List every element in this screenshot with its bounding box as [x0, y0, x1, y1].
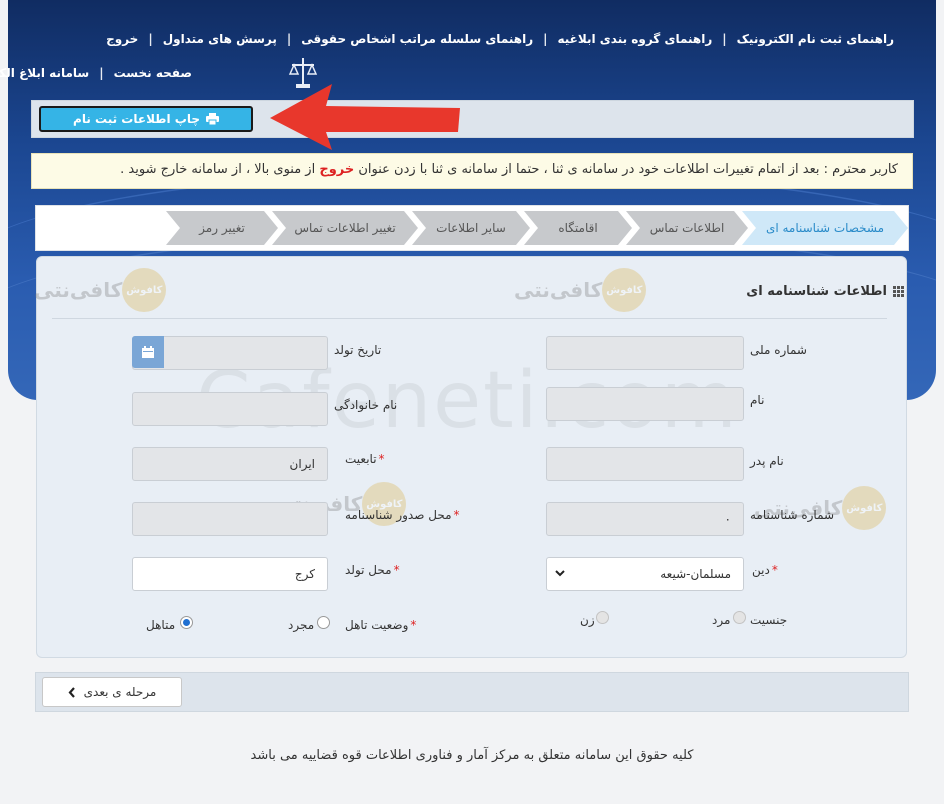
nav-link-home[interactable]: صفحه نخست — [114, 66, 192, 80]
step-change-contact[interactable]: تغییر اطلاعات تماس — [272, 211, 418, 245]
footer-copyright: کلیه حقوق این سامانه متعلق به مرکز آمار … — [250, 748, 694, 763]
top-nav: راهنمای ثبت نام الکترونیک | راهنمای گروه… — [30, 28, 894, 50]
nav-link-e-notice[interactable]: سامانه ابلاغ الکترونیک — [0, 66, 89, 80]
first-name-field[interactable] — [546, 387, 744, 421]
step-change-password[interactable]: تغییر رمز — [166, 211, 278, 245]
label-gender: جنسیت — [750, 613, 788, 627]
next-step-label: مرحله ی بعدی — [83, 685, 157, 699]
label-last-name: نام خانوادگی — [334, 398, 398, 412]
nav-link-registration-guide[interactable]: راهنمای ثبت نام الکترونیک — [737, 32, 894, 46]
nav-link-grouping-guide[interactable]: راهنمای گروه بندی ابلاغیه — [558, 32, 713, 46]
printer-icon — [205, 113, 219, 125]
marital-married-radio[interactable] — [180, 616, 193, 629]
panel-title: اطلاعات شناسنامه ای — [746, 284, 904, 299]
calendar-icon — [142, 346, 154, 358]
marital-single-radio[interactable] — [317, 616, 330, 629]
label-id-number: شماره شناسنامه — [750, 508, 835, 522]
step-contact[interactable]: اطلاعات تماس — [626, 211, 748, 245]
national-id-field[interactable] — [546, 336, 744, 370]
nav-separator: | — [543, 32, 548, 46]
nav-separator: | — [722, 32, 727, 46]
required-star: * — [771, 563, 778, 577]
nav-link-logout[interactable]: خروج — [106, 32, 138, 46]
label-issue-place: *محل صدور شناسنامه — [345, 508, 460, 522]
step-identity[interactable]: مشخصات شناسنامه ای — [742, 211, 908, 245]
last-name-field[interactable] — [132, 392, 328, 426]
religion-select[interactable]: مسلمان-شیعه — [546, 557, 744, 591]
top-nav-row2: صفحه نخست | سامانه ابلاغ الکترونیک — [0, 62, 192, 84]
nav-separator: | — [148, 32, 153, 46]
label-religion: *دین — [752, 563, 778, 577]
religion-selected: مسلمان-شیعه — [660, 567, 731, 581]
nationality-field[interactable]: ایران — [132, 447, 328, 481]
required-star: * — [453, 508, 460, 522]
watermark-logo: کافوشکافی‌نتی — [28, 268, 167, 312]
label-marital: *وضعیت تاهل — [345, 618, 417, 632]
gender-male-label: مرد — [712, 613, 731, 627]
wizard-steps: مشخصات شناسنامه ای اطلاعات تماس اقامتگاه… — [35, 205, 909, 251]
id-number-field[interactable]: ۰ — [546, 502, 744, 536]
required-star: * — [378, 452, 385, 466]
chevron-left-icon — [68, 686, 75, 698]
gender-female-label: زن — [580, 613, 595, 627]
print-registration-button[interactable]: چاپ اطلاعات ثبت نام — [39, 106, 253, 132]
panel-divider — [52, 318, 887, 319]
notice-text: کاربر محترم : بعد از اتمام تغییرات اطلاع… — [354, 162, 898, 177]
issue-place-field[interactable] — [132, 502, 328, 536]
gender-male-radio[interactable] — [733, 611, 746, 624]
watermark-logo: کافوشکافی‌نتی — [508, 268, 647, 312]
label-father-name: نام پدر — [750, 454, 784, 468]
marital-married-label: متاهل — [146, 618, 176, 632]
print-button-label: چاپ اطلاعات ثبت نام — [73, 112, 200, 126]
birth-place-field[interactable]: کرج — [132, 557, 328, 591]
label-national-id: شماره ملی — [750, 343, 807, 357]
nav-link-hierarchy-guide[interactable]: راهنمای سلسله مراتب اشخاص حقوقی — [301, 32, 533, 46]
marital-single-label: مجرد — [288, 618, 315, 632]
nav-link-faq[interactable]: پرسش های متداول — [163, 32, 277, 46]
notice-box: کاربر محترم : بعد از اتمام تغییرات اطلاع… — [31, 153, 913, 189]
grid-icon — [893, 286, 904, 297]
father-name-field[interactable] — [546, 447, 744, 481]
next-step-button[interactable]: مرحله ی بعدی — [42, 677, 182, 707]
notice-text-end: از منوی بالا ، از سامانه خارج شوید . — [120, 162, 320, 177]
chevron-down-icon — [555, 570, 565, 577]
gender-female-radio[interactable] — [596, 611, 609, 624]
wizard-nav-bar: مرحله ی بعدی — [35, 672, 909, 712]
label-birth-date: تاریخ تولد — [334, 343, 382, 357]
print-bar: چاپ اطلاعات ثبت نام — [31, 100, 914, 138]
step-other-info[interactable]: سایر اطلاعات — [412, 211, 530, 245]
required-star: * — [393, 563, 400, 577]
red-arrow-annotation — [270, 84, 460, 150]
label-nationality: *تابعیت — [345, 452, 385, 466]
notice-logout-highlight: خروج — [319, 162, 355, 177]
nav-separator: | — [286, 32, 292, 46]
nav-separator: | — [99, 66, 104, 80]
label-birth-place: *محل تولد — [345, 563, 400, 577]
calendar-button[interactable] — [132, 336, 164, 368]
required-star: * — [410, 618, 417, 632]
label-first-name: نام — [750, 393, 765, 407]
step-residence[interactable]: اقامتگاه — [524, 211, 632, 245]
